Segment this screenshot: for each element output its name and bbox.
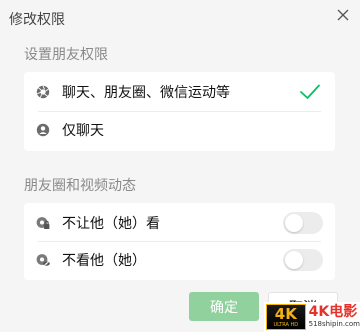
checkmark-icon xyxy=(300,84,320,99)
watermark-badge-small: ULTRA HD xyxy=(273,321,299,328)
option-label: 仅聊天 xyxy=(62,123,104,139)
setting-hide-their-moments: 不看他（她） xyxy=(24,242,335,278)
friend-permissions-section-label: 设置朋友权限 xyxy=(24,47,108,63)
option-chat-only[interactable]: 仅聊天 xyxy=(24,112,335,148)
hide-my-moments-toggle[interactable] xyxy=(283,212,323,234)
watermark-badge: 4K ULTRA HD xyxy=(266,304,306,330)
setting-label: 不看他（她） xyxy=(62,253,146,269)
watermark-text: 4K电影 518shipin.com xyxy=(309,305,360,329)
dialog-title: 修改权限 xyxy=(9,12,65,28)
close-icon xyxy=(337,9,349,21)
watermark-title: 4K电影 xyxy=(308,304,358,320)
watermark-logo: 4K ULTRA HD 4K电影 518shipin.com xyxy=(264,302,360,332)
friend-permissions-card: 聊天、朋友圈、微信运动等 仅聊天 xyxy=(24,72,335,151)
confirm-button[interactable]: 确定 xyxy=(189,292,259,321)
option-label: 聊天、朋友圈、微信运动等 xyxy=(62,85,230,101)
person-icon xyxy=(36,123,50,137)
moments-section-label: 朋友圈和视频动态 xyxy=(24,178,136,194)
toggle-knob xyxy=(285,214,303,232)
aperture-icon xyxy=(36,85,50,99)
toggle-knob xyxy=(285,251,303,269)
setting-hide-my-moments: 不让他（她）看 xyxy=(24,205,335,241)
watermark-badge-big: 4K xyxy=(274,304,297,323)
title-bar: 修改权限 xyxy=(0,0,360,38)
hidden-eye-icon xyxy=(36,253,50,267)
setting-label: 不让他（她）看 xyxy=(62,216,160,232)
watermark-site: 518shipin.com xyxy=(308,320,360,328)
close-button[interactable] xyxy=(332,4,354,26)
hide-their-moments-toggle[interactable] xyxy=(283,249,323,271)
option-chat-moments-werun[interactable]: 聊天、朋友圈、微信运动等 xyxy=(24,74,335,110)
moments-card: 不让他（她）看 不看他（她） xyxy=(24,203,335,280)
lock-icon xyxy=(36,216,50,230)
